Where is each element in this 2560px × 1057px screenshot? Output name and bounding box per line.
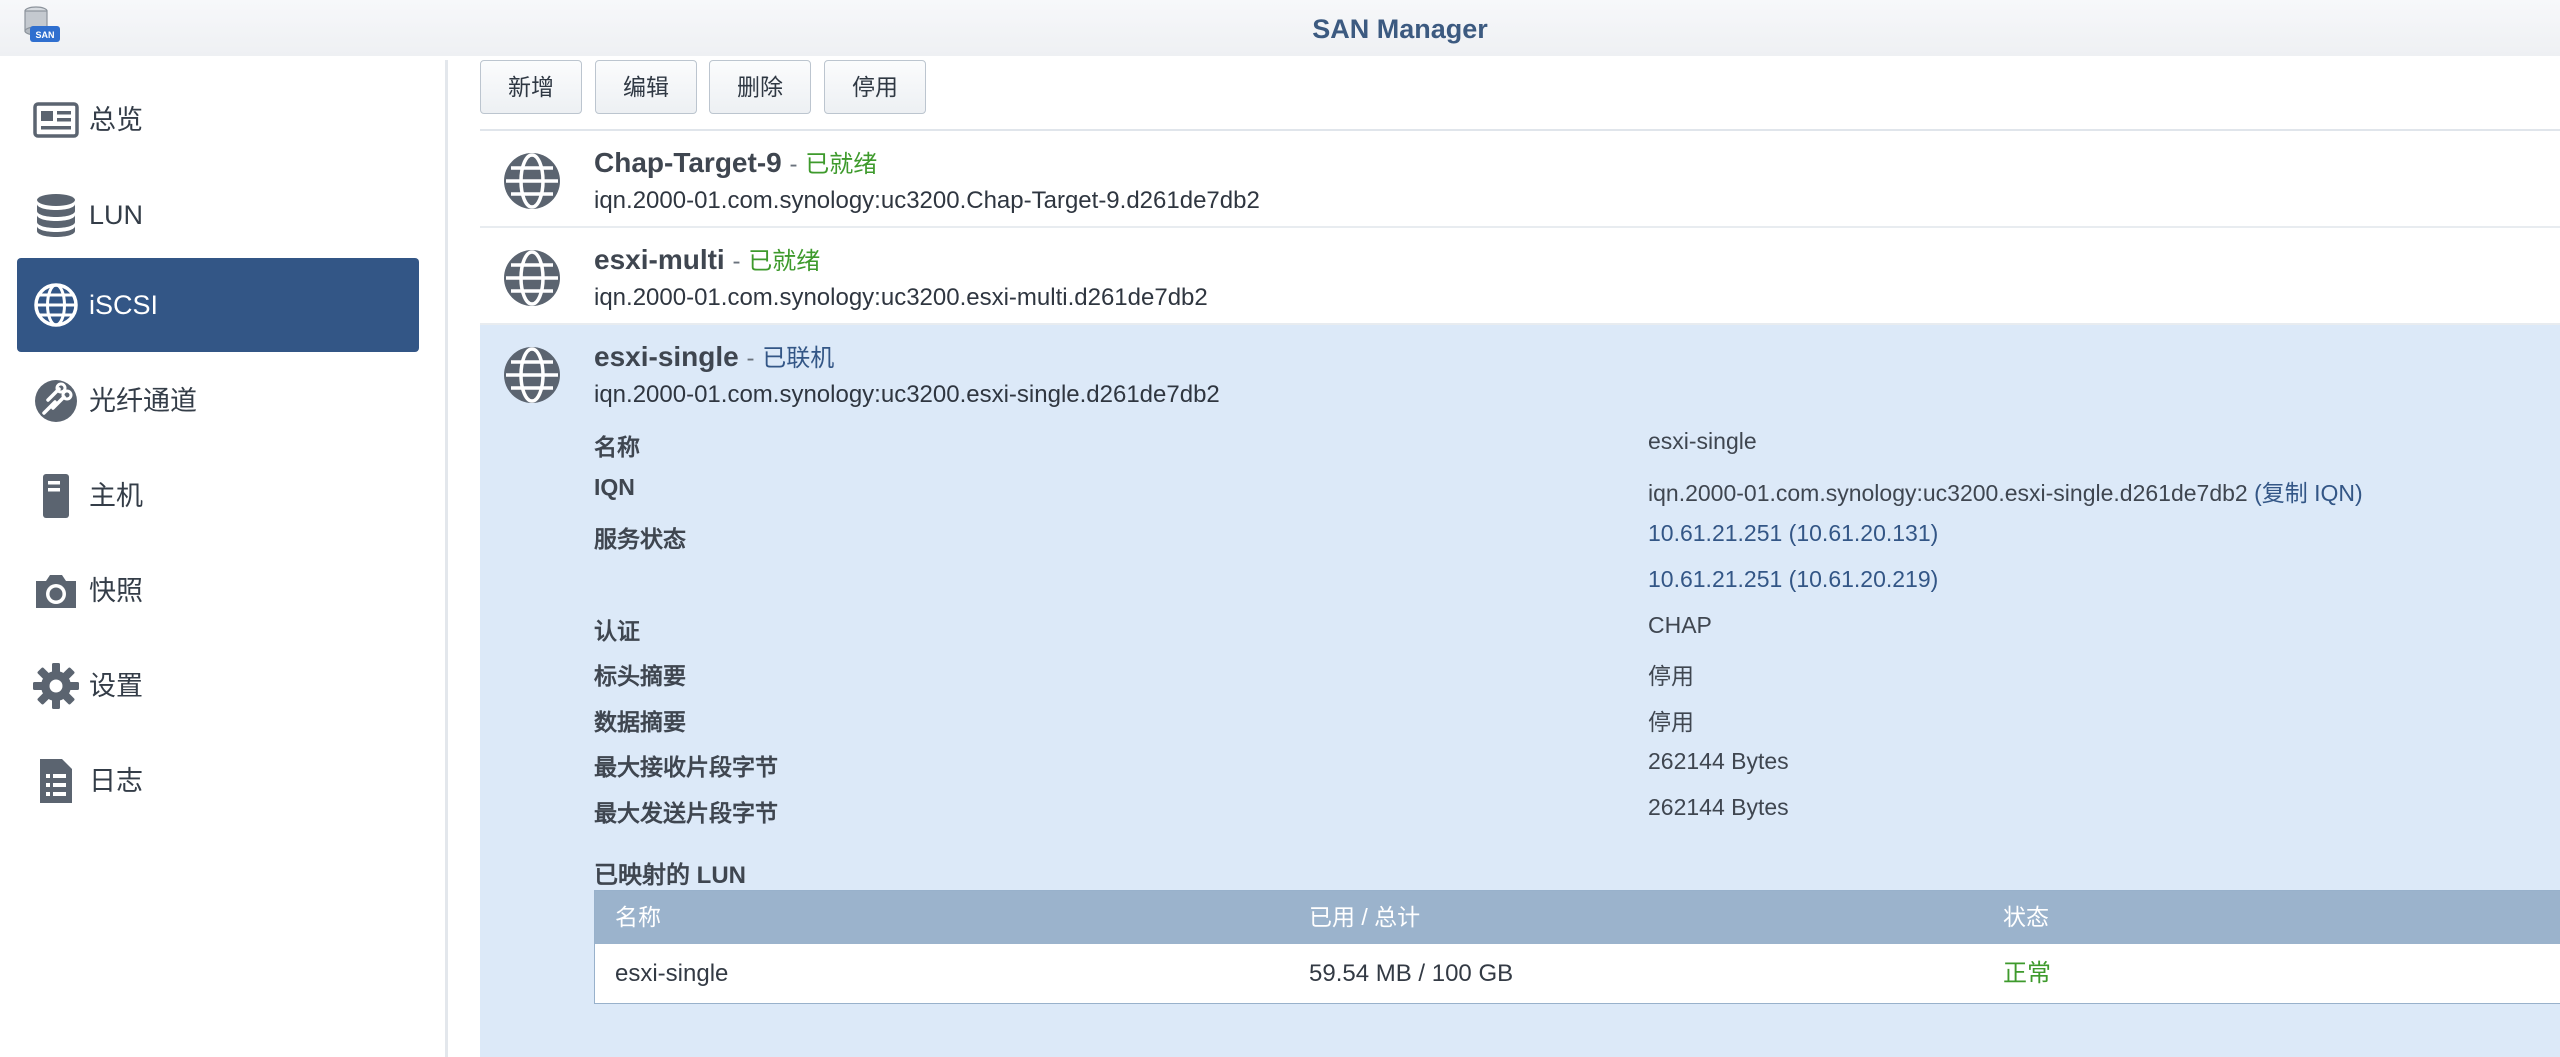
target-name: esxi-single - 已联机 bbox=[594, 338, 834, 373]
edit-button[interactable]: 编辑 bbox=[595, 60, 697, 114]
delete-button[interactable]: 删除 bbox=[709, 60, 811, 114]
table-row[interactable]: esxi-single 59.54 MB / 100 GB 正常 bbox=[595, 944, 2560, 1003]
target-iqn: iqn.2000-01.com.synology:uc3200.Chap-Tar… bbox=[594, 187, 1260, 214]
sidebar-item-overview[interactable]: 总览 bbox=[17, 73, 419, 167]
target-name: Chap-Target-9 - 已就绪 bbox=[594, 144, 877, 179]
sidebar-item-label: 主机 bbox=[89, 481, 143, 511]
sidebar-item-label: iSCSI bbox=[89, 290, 159, 320]
detail-name-value: esxi-single bbox=[1648, 428, 1757, 454]
title-bar: SAN SAN Manager bbox=[0, 0, 2560, 56]
target-iqn: iqn.2000-01.com.synology:uc3200.esxi-mul… bbox=[594, 284, 1208, 311]
target-name-text: Chap-Target-9 bbox=[594, 147, 782, 178]
host-icon bbox=[43, 474, 69, 518]
sidebar-item-label: 总览 bbox=[89, 105, 143, 135]
target-status: 已就绪 bbox=[805, 151, 878, 178]
sidebar-item-label: 设置 bbox=[89, 671, 143, 701]
detail-max-send-label: 最大发送片段字节 bbox=[594, 800, 778, 826]
detail-max-recv-label: 最大接收片段字节 bbox=[594, 754, 778, 780]
globe-icon bbox=[504, 347, 560, 403]
detail-data-digest-label: 数据摘要 bbox=[594, 709, 686, 735]
database-icon bbox=[37, 194, 75, 237]
gear-icon bbox=[33, 663, 79, 709]
sidebar-divider bbox=[445, 60, 448, 1057]
sidebar-item-label: LUN bbox=[89, 200, 144, 230]
sidebar-item-fibre-channel[interactable]: 光纤通道 bbox=[17, 354, 419, 448]
target-row[interactable]: Chap-Target-9 - 已就绪 iqn.2000-01.com.syno… bbox=[480, 131, 2560, 228]
detail-auth-value: CHAP bbox=[1648, 612, 1712, 638]
copy-iqn-link[interactable]: (复制 IQN) bbox=[2254, 480, 2363, 506]
new-button[interactable]: 新增 bbox=[480, 60, 582, 114]
sidebar-item-lun[interactable]: LUN bbox=[17, 168, 419, 262]
window-title: SAN Manager bbox=[1312, 14, 1488, 44]
sidebar-item-log[interactable]: 日志 bbox=[17, 734, 419, 828]
globe-icon bbox=[34, 283, 78, 327]
detail-name-label: 名称 bbox=[594, 434, 640, 460]
status-separator: - bbox=[732, 248, 741, 275]
log-icon bbox=[40, 759, 72, 803]
lun-name-cell: esxi-single bbox=[615, 960, 729, 987]
target-row-selected[interactable]: esxi-single - 已联机 iqn.2000-01.com.synolo… bbox=[480, 325, 2560, 1057]
mapped-lun-title: 已映射的 LUN bbox=[594, 862, 746, 889]
target-status: 已就绪 bbox=[748, 248, 821, 275]
target-status: 已联机 bbox=[762, 345, 835, 372]
target-name-text: esxi-single bbox=[594, 341, 739, 372]
fibre-channel-icon bbox=[35, 380, 77, 422]
globe-icon bbox=[504, 250, 560, 306]
lun-status-cell: 正常 bbox=[2003, 960, 2051, 987]
column-header-usage[interactable]: 已用 / 总计 bbox=[1309, 891, 1420, 944]
status-separator: - bbox=[746, 345, 755, 372]
target-name-text: esxi-multi bbox=[594, 244, 725, 275]
detail-max-send-value: 262144 Bytes bbox=[1648, 794, 1789, 820]
sidebar: 总览 LUN iSCSI 光纤通道 主机 快照 设置 日志 bbox=[0, 56, 440, 1057]
detail-iqn-value: iqn.2000-01.com.synology:uc3200.esxi-sin… bbox=[1648, 474, 2363, 508]
target-row[interactable]: esxi-multi - 已就绪 iqn.2000-01.com.synolog… bbox=[480, 228, 2560, 325]
sidebar-item-settings[interactable]: 设置 bbox=[17, 639, 419, 733]
column-header-name[interactable]: 名称 bbox=[615, 891, 661, 944]
column-header-status[interactable]: 状态 bbox=[2003, 891, 2049, 944]
detail-header-digest-value: 停用 bbox=[1648, 663, 1694, 689]
detail-service-label: 服务状态 bbox=[594, 526, 686, 552]
detail-max-recv-value: 262144 Bytes bbox=[1648, 748, 1789, 774]
detail-auth-label: 认证 bbox=[594, 618, 640, 644]
detail-service-value-1: 10.61.21.251 (10.61.20.131) bbox=[1648, 520, 1939, 546]
sidebar-item-label: 日志 bbox=[89, 766, 143, 796]
sidebar-item-label: 快照 bbox=[89, 576, 143, 606]
sidebar-item-host[interactable]: 主机 bbox=[17, 449, 419, 543]
globe-icon bbox=[504, 153, 560, 209]
target-name: esxi-multi - 已就绪 bbox=[594, 241, 820, 276]
camera-icon bbox=[36, 575, 76, 608]
sidebar-item-snapshot[interactable]: 快照 bbox=[17, 544, 419, 638]
detail-service-value-2: 10.61.21.251 (10.61.20.219) bbox=[1648, 566, 1939, 592]
table-header: 名称 已用 / 总计 状态 bbox=[595, 891, 2560, 944]
sidebar-item-label: 光纤通道 bbox=[89, 386, 197, 416]
disable-button[interactable]: 停用 bbox=[824, 60, 926, 114]
iqn-text: iqn.2000-01.com.synology:uc3200.esxi-sin… bbox=[1648, 480, 2248, 506]
sidebar-item-iscsi[interactable]: iSCSI bbox=[17, 258, 419, 352]
lun-usage-cell: 59.54 MB / 100 GB bbox=[1309, 960, 1514, 987]
detail-iqn-label: IQN bbox=[594, 474, 635, 500]
mapped-lun-table: 名称 已用 / 总计 状态 esxi-single 59.54 MB / 100… bbox=[594, 890, 2560, 1004]
status-separator: - bbox=[789, 151, 798, 178]
overview-icon bbox=[33, 102, 79, 138]
detail-header-digest-label: 标头摘要 bbox=[594, 663, 686, 689]
target-iqn: iqn.2000-01.com.synology:uc3200.esxi-sin… bbox=[594, 381, 1220, 408]
detail-data-digest-value: 停用 bbox=[1648, 709, 1694, 735]
